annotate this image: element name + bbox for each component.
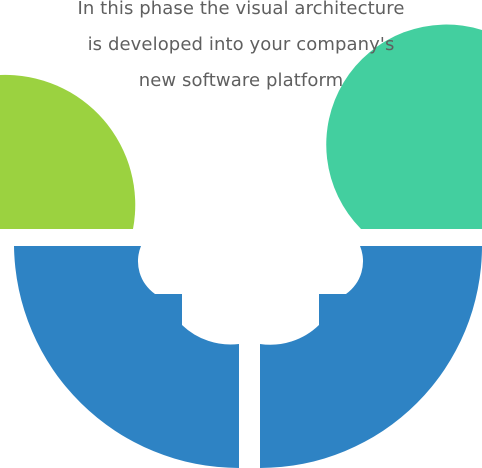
caption-line-1: In this phase the visual architecture <box>77 0 405 19</box>
infographic-fragment: In this phase the visual architecture is… <box>0 0 482 468</box>
blue-segment-right <box>260 246 482 468</box>
caption-line-3: new software platform <box>138 70 344 91</box>
phase-description: In this phase the visual architecture is… <box>0 0 482 99</box>
blue-segment-left <box>14 246 239 468</box>
caption-line-2: is developed into your company's <box>87 34 395 55</box>
